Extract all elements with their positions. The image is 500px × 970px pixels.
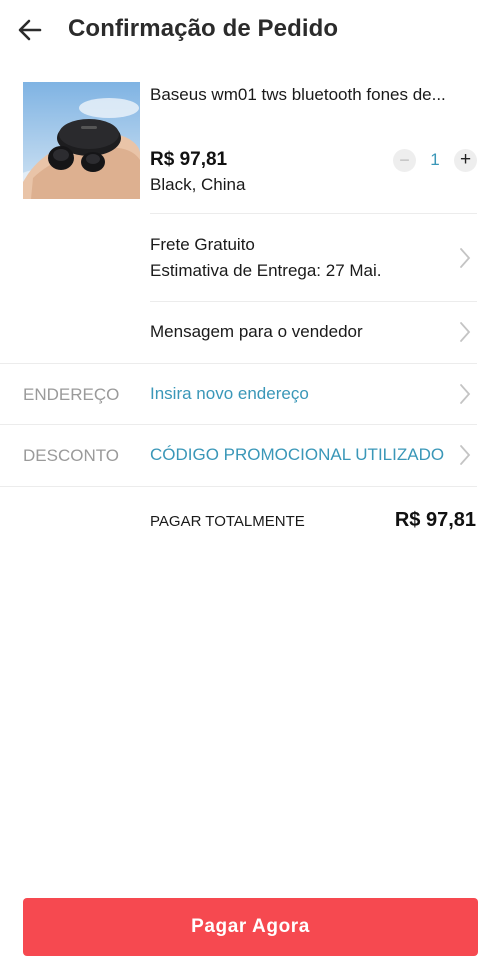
shipping-type: Frete Gratuito xyxy=(150,235,255,254)
pay-now-button[interactable]: Pagar Agora xyxy=(23,898,478,956)
product-name[interactable]: Baseus wm01 tws bluetooth fones de... xyxy=(150,85,480,105)
promo-code-status[interactable]: CÓDIGO PROMOCIONAL UTILIZADO xyxy=(150,445,444,465)
product-variant: Black, China xyxy=(150,175,246,194)
total-label: PAGAR TOTALMENTE xyxy=(150,513,305,530)
divider xyxy=(0,424,477,425)
chevron-right-icon xyxy=(460,384,471,404)
delivery-estimate: Estimativa de Entrega: 27 Mai. xyxy=(150,261,382,280)
chevron-right-icon xyxy=(460,248,471,268)
page-title: Confirmação de Pedido xyxy=(68,15,339,42)
product-price: R$ 97,81 xyxy=(150,149,228,170)
address-link[interactable]: Insira novo endereço xyxy=(150,384,309,404)
product-image[interactable] xyxy=(23,82,140,199)
divider xyxy=(150,213,477,214)
divider xyxy=(0,363,477,364)
divider xyxy=(150,301,477,302)
chevron-right-icon xyxy=(460,322,471,342)
quantity-increase-button[interactable]: + xyxy=(454,149,477,172)
total-value: R$ 97,81 xyxy=(394,509,476,531)
header: Confirmação de Pedido xyxy=(0,0,500,62)
quantity-decrease-button[interactable]: − xyxy=(393,149,416,172)
discount-label: DESCONTO xyxy=(23,446,120,465)
divider xyxy=(0,486,477,487)
arrow-left-icon[interactable] xyxy=(16,16,44,44)
chevron-right-icon xyxy=(460,445,471,465)
address-label: ENDEREÇO xyxy=(23,385,120,404)
quantity-value: 1 xyxy=(430,150,440,169)
seller-message-label: Mensagem para o vendedor xyxy=(150,322,363,341)
